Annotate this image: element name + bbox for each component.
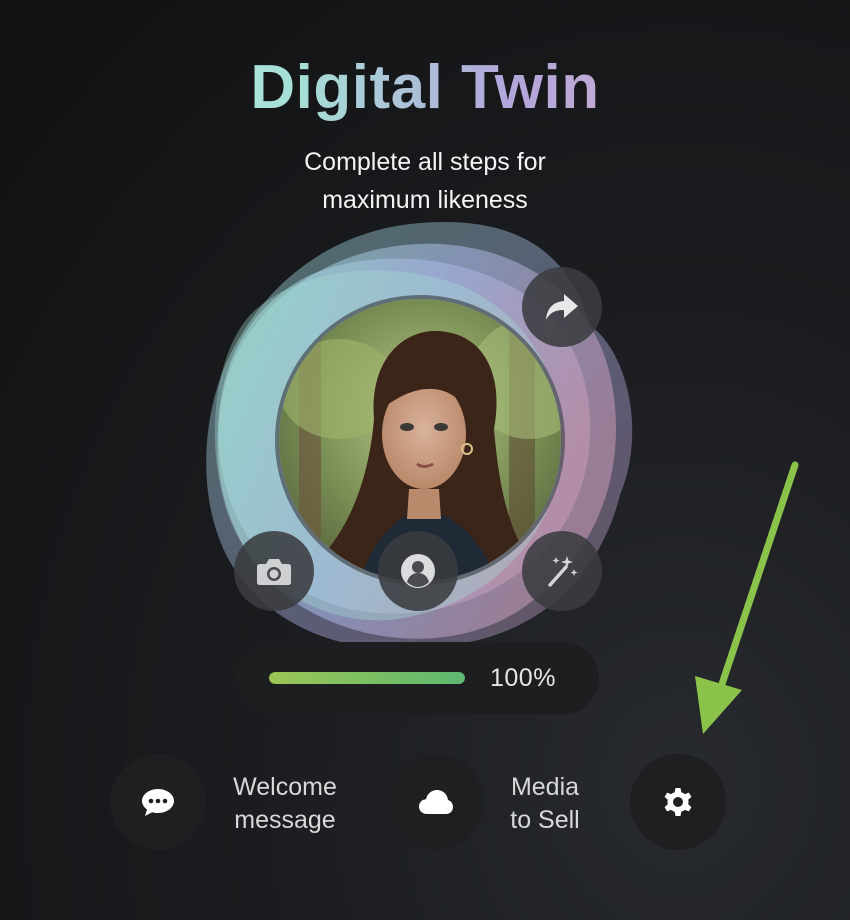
settings-button[interactable] [630, 754, 726, 850]
magic-button[interactable] [522, 531, 602, 611]
avatar-blob [190, 215, 650, 675]
page-title: Digital Twin [0, 52, 850, 123]
share-button[interactable] [522, 267, 602, 347]
cloud-icon [419, 790, 453, 814]
share-arrow-icon [546, 294, 578, 320]
user-circle-icon [401, 554, 435, 588]
media-to-sell-button[interactable] [388, 754, 484, 850]
camera-icon [257, 559, 291, 585]
subtitle-line-1: Complete all steps for [304, 148, 546, 176]
welcome-label-line-2: message [234, 806, 336, 834]
media-to-sell-label[interactable]: Media to Sell [495, 771, 595, 837]
media-label-line-2: to Sell [510, 806, 580, 834]
subtitle-line-2: maximum likeness [322, 186, 528, 214]
welcome-message-label[interactable]: Welcome message [215, 771, 355, 837]
welcome-label-line-1: Welcome [233, 773, 337, 801]
chat-bubble-icon [142, 789, 174, 816]
progress-track [269, 672, 465, 684]
camera-button[interactable] [234, 531, 314, 611]
magic-wand-icon [548, 556, 578, 587]
media-label-line-1: Media [510, 773, 580, 801]
profile-button[interactable] [378, 531, 458, 611]
gear-icon [664, 788, 692, 816]
welcome-message-button[interactable] [110, 754, 206, 850]
progress-fill [269, 672, 465, 684]
page-subtitle: Complete all steps for maximum likeness [225, 143, 625, 219]
progress-label: 100% [490, 664, 556, 692]
progress-bar-container: 100% [237, 642, 599, 714]
